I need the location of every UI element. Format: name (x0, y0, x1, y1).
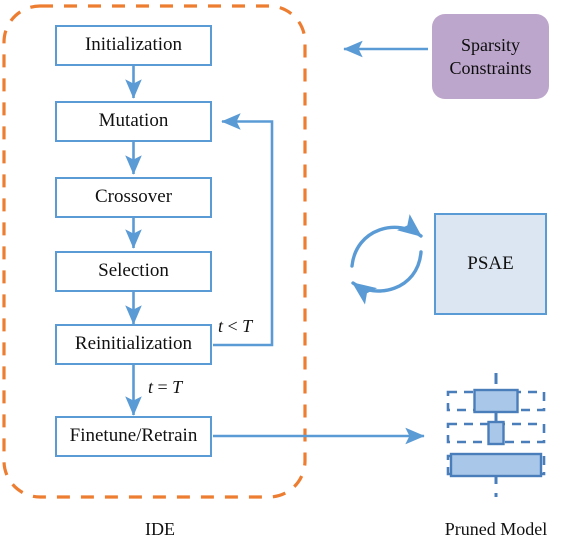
caption-ide-text: IDE (145, 519, 175, 539)
sparsity-constraints-box[interactable]: Sparsity Constraints (432, 14, 549, 99)
flow-node-mutation[interactable]: Mutation (55, 101, 212, 142)
loop-cond-limit: T (242, 316, 253, 336)
exit-cond-limit: T (172, 377, 183, 397)
flow-node-finetune-retrain[interactable]: Finetune/Retrain (55, 416, 212, 457)
loop-cond-operator: < (227, 316, 238, 336)
exit-cond-operator: = (157, 377, 168, 397)
flow-node-crossover-label: Crossover (94, 186, 173, 208)
pruned-layer-2-outline (446, 422, 546, 444)
caption-pruned-model: Pruned Model (428, 519, 562, 540)
caption-ide: IDE (110, 519, 210, 540)
flow-node-finetune-retrain-label: Finetune/Retrain (69, 425, 198, 447)
psae-arrow-top (350, 214, 423, 268)
pruned-layer-1-retained (473, 388, 519, 414)
edge-label-loop-condition: t < T (218, 316, 252, 337)
figure-canvas: Initialization Mutation Crossover Select… (0, 0, 562, 544)
pruned-model-graphic (446, 373, 546, 497)
flow-node-reinitialization-label: Reinitialization (74, 333, 193, 355)
pruned-layer-2-retained (487, 420, 505, 446)
psae-arrow-bottom (351, 250, 423, 305)
psae-box[interactable]: PSAE (434, 213, 547, 315)
flow-node-mutation-label: Mutation (98, 110, 169, 132)
pruned-layer-3-retained (449, 452, 543, 478)
flow-node-initialization[interactable]: Initialization (55, 25, 212, 66)
flow-node-selection[interactable]: Selection (55, 251, 212, 292)
caption-pruned-model-text: Pruned Model (444, 519, 548, 539)
pruned-layer-3-outline (446, 454, 546, 476)
sparsity-constraints-label-line2: Constraints (449, 57, 532, 78)
edge-feedback-loop (213, 113, 274, 347)
edge-label-exit-condition: t = T (148, 377, 182, 398)
flow-node-initialization-label: Initialization (84, 34, 183, 56)
sparsity-constraints-label-line1: Sparsity (460, 35, 520, 55)
flow-node-reinitialization[interactable]: Reinitialization (55, 324, 212, 365)
flow-node-crossover[interactable]: Crossover (55, 177, 212, 218)
psae-label: PSAE (467, 253, 514, 274)
pruned-layer-1-outline (446, 390, 546, 412)
flow-node-selection-label: Selection (98, 260, 169, 282)
